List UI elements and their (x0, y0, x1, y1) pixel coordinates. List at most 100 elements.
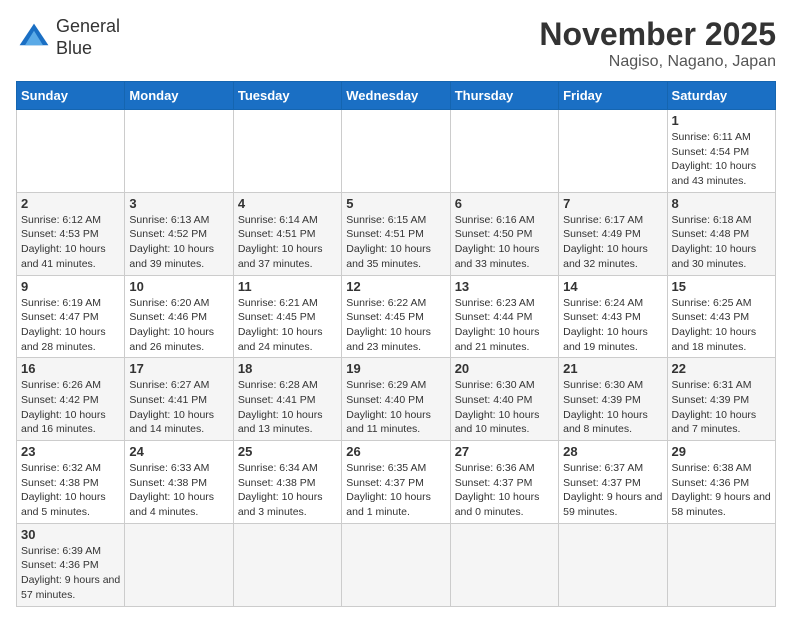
calendar-cell (450, 523, 558, 606)
calendar-cell (233, 523, 341, 606)
calendar-week-row: 16 Sunrise: 6:26 AM Sunset: 4:42 PM Dayli… (17, 358, 776, 441)
day-number: 29 (672, 444, 771, 459)
day-info: Sunrise: 6:14 AM Sunset: 4:51 PM Dayligh… (238, 213, 337, 272)
logo: General Blue (16, 16, 120, 59)
day-info: Sunrise: 6:24 AM Sunset: 4:43 PM Dayligh… (563, 296, 662, 355)
calendar-cell: 4Sunrise: 6:14 AM Sunset: 4:51 PM Daylig… (233, 192, 341, 275)
month-title: November 2025 (539, 16, 776, 53)
calendar-cell: 22 Sunrise: 6:31 AM Sunset: 4:39 PM Dayli… (667, 358, 775, 441)
calendar-week-row: 9 Sunrise: 6:19 AM Sunset: 4:47 PM Daylig… (17, 275, 776, 358)
day-number: 15 (672, 279, 771, 294)
day-info: Sunrise: 6:16 AM Sunset: 4:50 PM Dayligh… (455, 213, 554, 272)
day-number: 5 (346, 196, 445, 211)
day-info: Sunrise: 6:13 AM Sunset: 4:52 PM Dayligh… (129, 213, 228, 272)
page-header: General Blue November 2025 Nagiso, Nagan… (16, 16, 776, 71)
day-info: Sunrise: 6:36 AM Sunset: 4:37 PM Dayligh… (455, 461, 554, 520)
logo-blue: Blue (56, 38, 92, 58)
calendar-cell: 2 Sunrise: 6:12 AM Sunset: 4:53 PM Daylig… (17, 192, 125, 275)
calendar-cell: 1 Sunrise: 6:11 AM Sunset: 4:54 PM Daylig… (667, 110, 775, 193)
day-info: Sunrise: 6:32 AM Sunset: 4:38 PM Dayligh… (21, 461, 120, 520)
day-info: Sunrise: 6:27 AM Sunset: 4:41 PM Dayligh… (129, 378, 228, 437)
calendar-cell (342, 110, 450, 193)
logo-text: General Blue (56, 16, 120, 59)
day-number: 28 (563, 444, 662, 459)
day-header-tuesday: Tuesday (233, 82, 341, 110)
day-number: 25 (238, 444, 337, 459)
calendar-cell (667, 523, 775, 606)
calendar-week-row: 2 Sunrise: 6:12 AM Sunset: 4:53 PM Daylig… (17, 192, 776, 275)
calendar-cell: 14 Sunrise: 6:24 AM Sunset: 4:43 PM Dayli… (559, 275, 667, 358)
calendar-cell (17, 110, 125, 193)
day-header-monday: Monday (125, 82, 233, 110)
day-header-sunday: Sunday (17, 82, 125, 110)
day-info: Sunrise: 6:38 AM Sunset: 4:36 PM Dayligh… (672, 461, 771, 520)
calendar-cell (342, 523, 450, 606)
calendar-cell (125, 523, 233, 606)
day-info: Sunrise: 6:23 AM Sunset: 4:44 PM Dayligh… (455, 296, 554, 355)
day-info: Sunrise: 6:25 AM Sunset: 4:43 PM Dayligh… (672, 296, 771, 355)
day-info: Sunrise: 6:17 AM Sunset: 4:49 PM Dayligh… (563, 213, 662, 272)
calendar-cell: 21Sunrise: 6:30 AM Sunset: 4:39 PM Dayli… (559, 358, 667, 441)
calendar-cell (125, 110, 233, 193)
day-info: Sunrise: 6:12 AM Sunset: 4:53 PM Dayligh… (21, 213, 120, 272)
day-info: Sunrise: 6:39 AM Sunset: 4:36 PM Dayligh… (21, 544, 120, 603)
calendar-cell: 3 Sunrise: 6:13 AM Sunset: 4:52 PM Daylig… (125, 192, 233, 275)
day-info: Sunrise: 6:22 AM Sunset: 4:45 PM Dayligh… (346, 296, 445, 355)
day-number: 30 (21, 527, 120, 542)
day-number: 2 (21, 196, 120, 211)
day-number: 16 (21, 361, 120, 376)
day-number: 3 (129, 196, 228, 211)
day-info: Sunrise: 6:19 AM Sunset: 4:47 PM Dayligh… (21, 296, 120, 355)
calendar-week-row: 30 Sunrise: 6:39 AM Sunset: 4:36 PM Dayli… (17, 523, 776, 606)
day-header-thursday: Thursday (450, 82, 558, 110)
calendar-header-row: SundayMondayTuesdayWednesdayThursdayFrid… (17, 82, 776, 110)
calendar-cell: 8 Sunrise: 6:18 AM Sunset: 4:48 PM Daylig… (667, 192, 775, 275)
day-info: Sunrise: 6:20 AM Sunset: 4:46 PM Dayligh… (129, 296, 228, 355)
day-number: 8 (672, 196, 771, 211)
day-number: 26 (346, 444, 445, 459)
calendar-cell: 25Sunrise: 6:34 AM Sunset: 4:38 PM Dayli… (233, 441, 341, 524)
calendar-cell: 24Sunrise: 6:33 AM Sunset: 4:38 PM Dayli… (125, 441, 233, 524)
day-number: 6 (455, 196, 554, 211)
day-number: 9 (21, 279, 120, 294)
day-header-wednesday: Wednesday (342, 82, 450, 110)
day-info: Sunrise: 6:31 AM Sunset: 4:39 PM Dayligh… (672, 378, 771, 437)
calendar-cell: 11Sunrise: 6:21 AM Sunset: 4:45 PM Dayli… (233, 275, 341, 358)
title-area: November 2025 Nagiso, Nagano, Japan (539, 16, 776, 71)
logo-icon (16, 20, 52, 56)
day-number: 18 (238, 361, 337, 376)
calendar-cell: 26Sunrise: 6:35 AM Sunset: 4:37 PM Dayli… (342, 441, 450, 524)
calendar-cell (559, 523, 667, 606)
calendar-cell: 27 Sunrise: 6:36 AM Sunset: 4:37 PM Dayli… (450, 441, 558, 524)
day-info: Sunrise: 6:28 AM Sunset: 4:41 PM Dayligh… (238, 378, 337, 437)
day-info: Sunrise: 6:29 AM Sunset: 4:40 PM Dayligh… (346, 378, 445, 437)
logo-general: General (56, 16, 120, 36)
calendar-week-row: 23Sunrise: 6:32 AM Sunset: 4:38 PM Dayli… (17, 441, 776, 524)
calendar-cell (233, 110, 341, 193)
day-number: 22 (672, 361, 771, 376)
calendar-cell: 7 Sunrise: 6:17 AM Sunset: 4:49 PM Daylig… (559, 192, 667, 275)
day-number: 11 (238, 279, 337, 294)
day-number: 1 (672, 113, 771, 128)
day-number: 20 (455, 361, 554, 376)
day-number: 24 (129, 444, 228, 459)
calendar-cell: 17 Sunrise: 6:27 AM Sunset: 4:41 PM Dayli… (125, 358, 233, 441)
day-info: Sunrise: 6:11 AM Sunset: 4:54 PM Dayligh… (672, 130, 771, 189)
day-number: 27 (455, 444, 554, 459)
day-info: Sunrise: 6:30 AM Sunset: 4:39 PM Dayligh… (563, 378, 662, 437)
day-info: Sunrise: 6:30 AM Sunset: 4:40 PM Dayligh… (455, 378, 554, 437)
day-info: Sunrise: 6:18 AM Sunset: 4:48 PM Dayligh… (672, 213, 771, 272)
calendar-cell (450, 110, 558, 193)
day-number: 14 (563, 279, 662, 294)
calendar-cell: 23Sunrise: 6:32 AM Sunset: 4:38 PM Dayli… (17, 441, 125, 524)
day-number: 7 (563, 196, 662, 211)
calendar-cell: 19Sunrise: 6:29 AM Sunset: 4:40 PM Dayli… (342, 358, 450, 441)
calendar-cell: 5Sunrise: 6:15 AM Sunset: 4:51 PM Daylig… (342, 192, 450, 275)
day-info: Sunrise: 6:26 AM Sunset: 4:42 PM Dayligh… (21, 378, 120, 437)
calendar-cell (559, 110, 667, 193)
calendar-cell: 16 Sunrise: 6:26 AM Sunset: 4:42 PM Dayli… (17, 358, 125, 441)
day-number: 17 (129, 361, 228, 376)
calendar-table: SundayMondayTuesdayWednesdayThursdayFrid… (16, 81, 776, 607)
calendar-cell: 13Sunrise: 6:23 AM Sunset: 4:44 PM Dayli… (450, 275, 558, 358)
day-number: 12 (346, 279, 445, 294)
